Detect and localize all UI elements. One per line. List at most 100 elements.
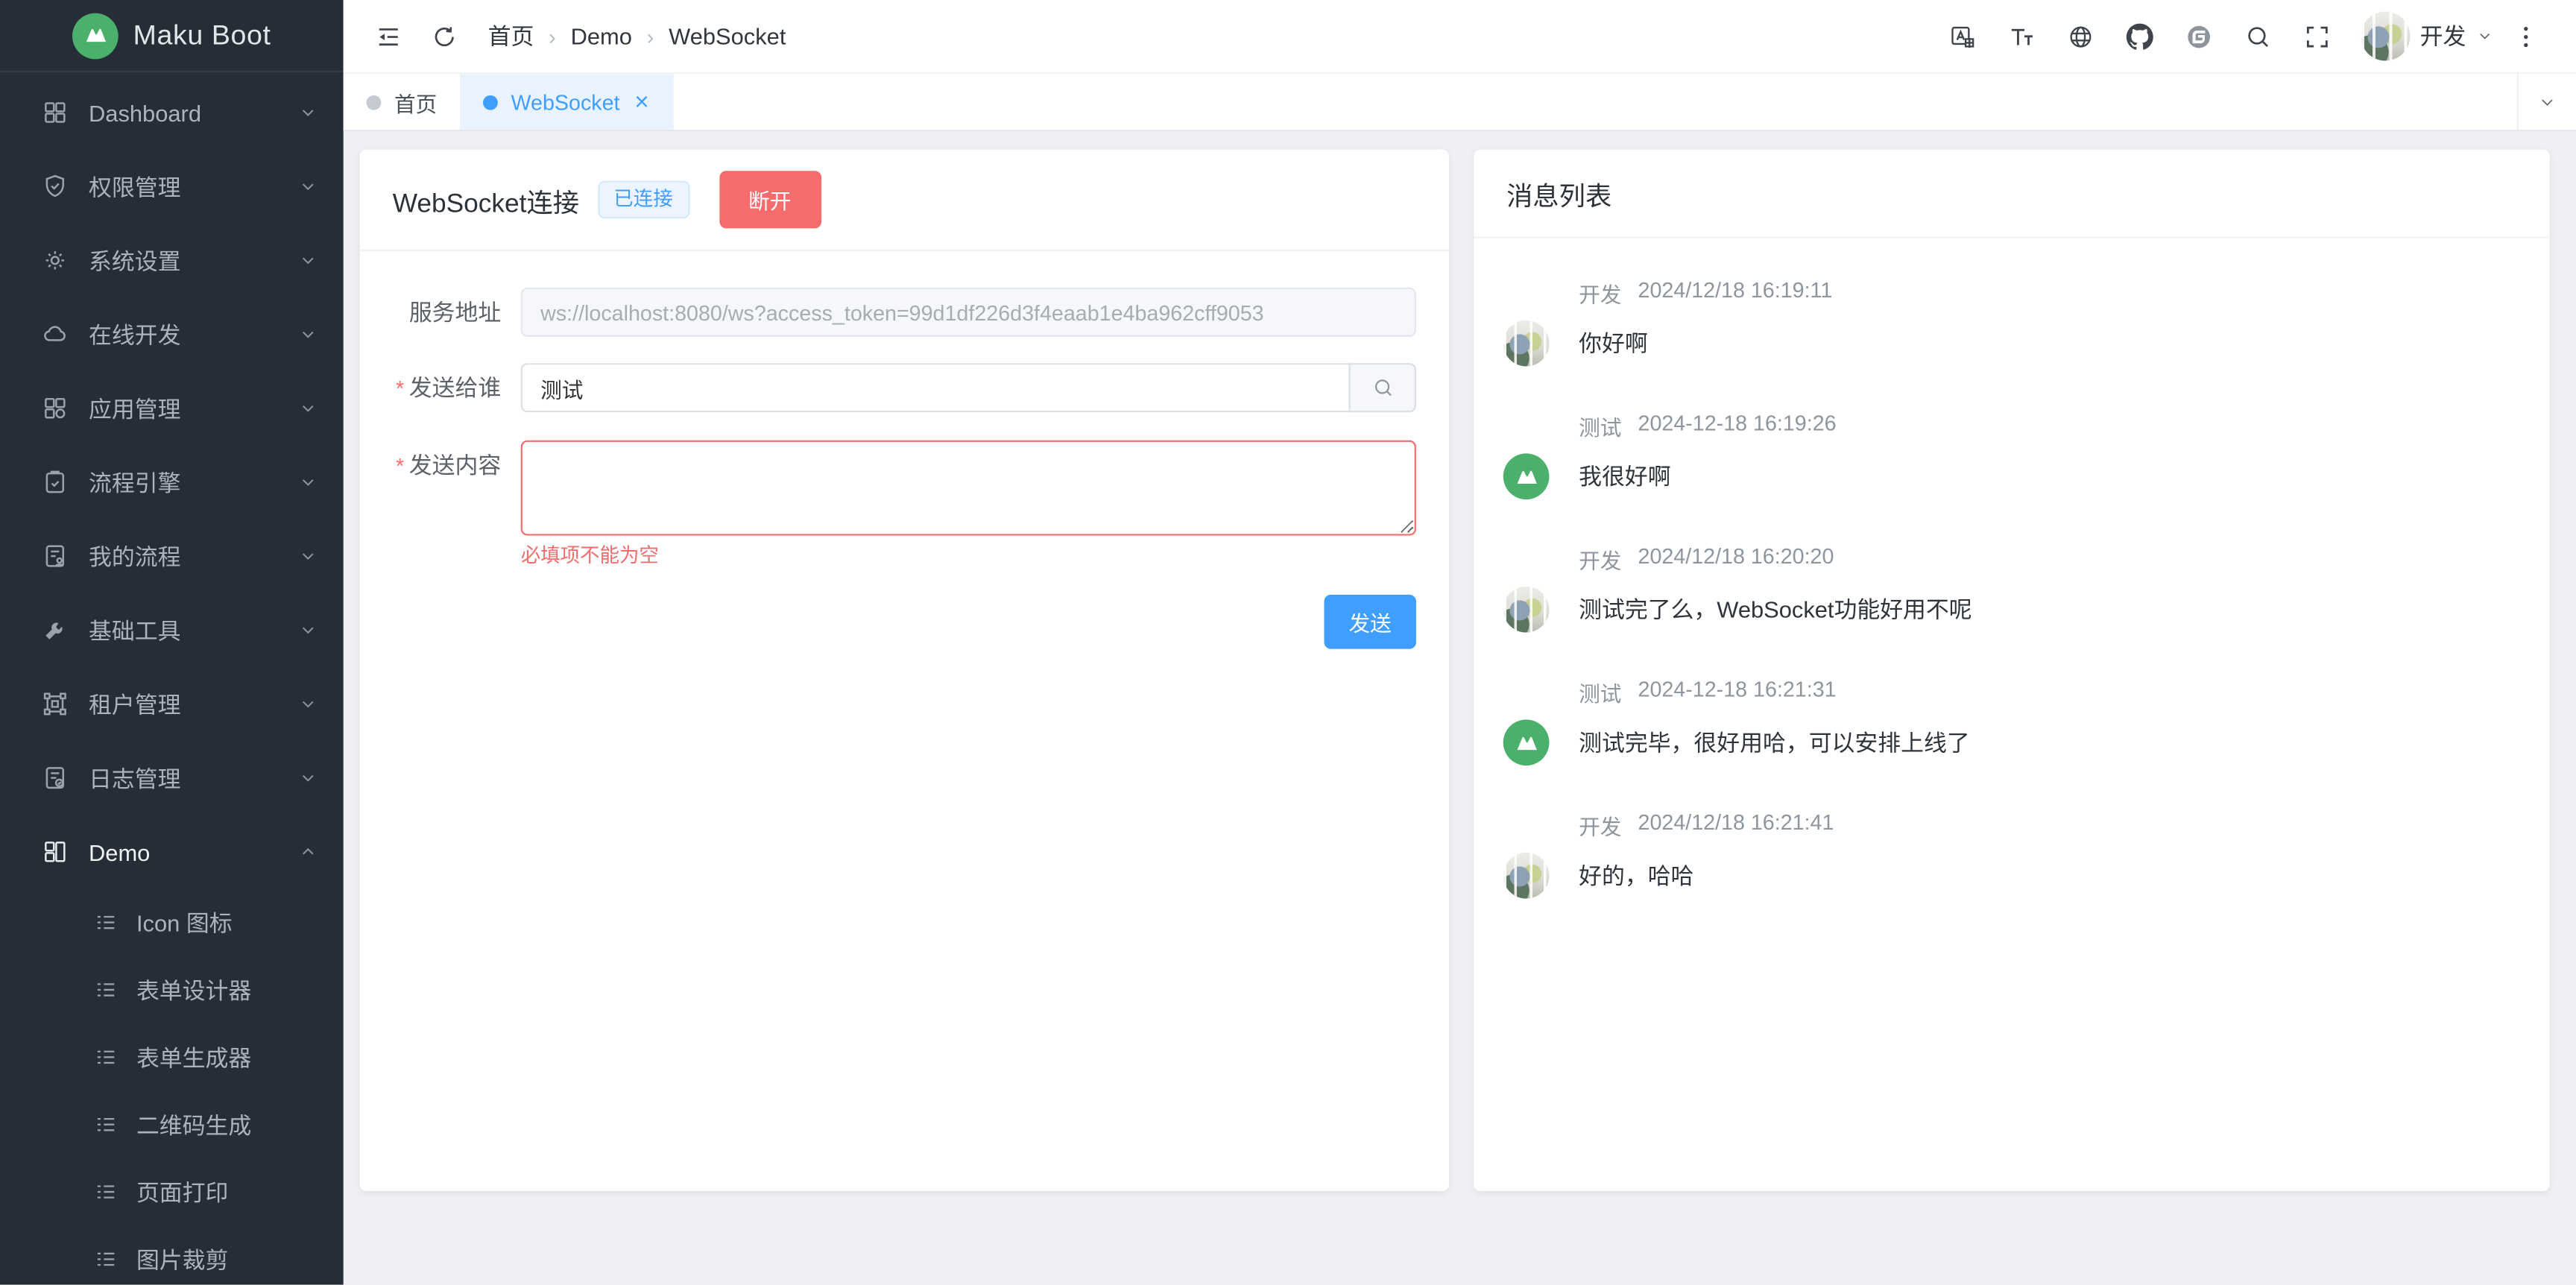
- form-actions: 发送: [393, 595, 1416, 649]
- sidebar-item-demo[interactable]: Demo: [0, 815, 344, 888]
- breadcrumb-item[interactable]: 首页: [488, 19, 534, 52]
- sidebar-subitem-页面打印[interactable]: 页面打印: [0, 1158, 344, 1225]
- chevron-down-icon: [299, 547, 317, 565]
- page-content: WebSocket连接 已连接 断开 服务地址 发送给谁: [344, 131, 2576, 1284]
- sidebar-item-基础工具[interactable]: 基础工具: [0, 593, 344, 667]
- chevron-down-icon: [299, 473, 317, 491]
- breadcrumb-item[interactable]: WebSocket: [669, 23, 786, 49]
- user-name: 开发: [2420, 19, 2466, 52]
- app-title: Maku Boot: [133, 19, 271, 51]
- message-text: 我很好啊: [1579, 460, 1670, 493]
- sidebar-fold-icon[interactable]: [360, 8, 416, 64]
- send-content-row: 发送内容 必填项不能为空: [393, 441, 1416, 569]
- tab-首页[interactable]: 首页: [344, 74, 461, 130]
- sidebar-subitem-图片裁剪[interactable]: 图片裁剪: [0, 1225, 344, 1284]
- cloud-icon: [41, 321, 69, 348]
- server-address-label: 服务地址: [393, 288, 521, 337]
- sidebar-subitem-表单设计器[interactable]: 表单设计器: [0, 956, 344, 1023]
- sidebar-item-在线开发[interactable]: 在线开发: [0, 297, 344, 371]
- websocket-connection-card: WebSocket连接 已连接 断开 服务地址 发送给谁: [360, 150, 1449, 1191]
- send-button[interactable]: 发送: [1324, 595, 1415, 649]
- message-time: 2024-12-18 16:19:26: [1638, 411, 1837, 442]
- user-avatar: [2361, 11, 2410, 60]
- doc-user-icon: [41, 542, 69, 569]
- sidebar-subitem-二维码生成[interactable]: 二维码生成: [0, 1091, 344, 1158]
- translate-icon[interactable]: [1933, 8, 1989, 64]
- fullscreen-icon[interactable]: [2288, 8, 2344, 64]
- send-content-textarea[interactable]: [521, 441, 1416, 536]
- main-column: 首页›Demo›WebSocket 开发 首页 W: [344, 0, 2576, 1285]
- shield-icon: [41, 172, 69, 200]
- chevron-down-icon: [299, 621, 317, 639]
- sidebar-subitem-表单生成器[interactable]: 表单生成器: [0, 1023, 344, 1090]
- list-icon: [94, 1247, 119, 1272]
- send-message-form: 服务地址 发送给谁: [360, 251, 1449, 648]
- globe-icon[interactable]: [2052, 8, 2108, 64]
- sidebar-item-我的流程[interactable]: 我的流程: [0, 519, 344, 593]
- tabbar: 首页 WebSocket ×: [344, 72, 2576, 131]
- user-menu[interactable]: 开发: [2361, 11, 2494, 60]
- more-options-icon[interactable]: [2497, 8, 2553, 64]
- breadcrumb: 首页›Demo›WebSocket: [488, 19, 1934, 52]
- message-item: 测试 2024-12-18 16:19:26 我很好啊: [1503, 411, 2517, 499]
- search-icon: [1371, 376, 1394, 400]
- app-logo[interactable]: Maku Boot: [0, 0, 344, 72]
- list-icon: [94, 1045, 119, 1070]
- app-root: Maku Boot Dashboard 权限管理 系统设置 在线开发 应用管理 …: [0, 0, 2576, 1285]
- sidebar-item-流程引擎[interactable]: 流程引擎: [0, 445, 344, 519]
- breadcrumb-item[interactable]: Demo: [571, 23, 632, 49]
- sidebar-item-租户管理[interactable]: 租户管理: [0, 667, 344, 741]
- tab-websocket[interactable]: WebSocket ×: [460, 74, 674, 130]
- maku-logo-icon: [72, 13, 119, 59]
- chevron-down-icon: [299, 769, 317, 787]
- message-time: 2024/12/18 16:20:20: [1638, 544, 1834, 575]
- topbar: 首页›Demo›WebSocket 开发: [344, 0, 2576, 72]
- sidebar-item-应用管理[interactable]: 应用管理: [0, 371, 344, 445]
- sidebar-item-权限管理[interactable]: 权限管理: [0, 150, 344, 224]
- sidebar-item-日志管理[interactable]: 日志管理: [0, 741, 344, 815]
- send-content-label: 发送内容: [393, 441, 521, 491]
- message-card-header: 消息列表: [1474, 150, 2550, 239]
- gear-icon: [41, 247, 69, 274]
- refresh-icon[interactable]: [416, 8, 472, 64]
- select-user-button[interactable]: [1349, 363, 1416, 412]
- demo-icon: [41, 838, 69, 865]
- tab-close-icon[interactable]: ×: [633, 89, 651, 114]
- list-icon: [94, 1180, 119, 1205]
- tab-list: 首页 WebSocket ×: [344, 74, 2517, 130]
- apps-icon: [41, 394, 69, 422]
- sidebar-item-系统设置[interactable]: 系统设置: [0, 224, 344, 297]
- send-to-input[interactable]: [521, 363, 1349, 412]
- app-window: Maku Boot Dashboard 权限管理 系统设置 在线开发 应用管理 …: [0, 0, 2576, 1285]
- message-sender: 测试: [1579, 411, 1621, 442]
- tab-dot-icon: [367, 95, 382, 110]
- tabs-dropdown-icon[interactable]: [2517, 74, 2576, 130]
- message-list-title: 消息列表: [1506, 174, 1611, 213]
- message-time: 2024/12/18 16:21:41: [1638, 810, 1834, 842]
- chevron-down-icon: [2476, 30, 2494, 43]
- chevron-down-icon: [299, 695, 317, 713]
- breadcrumb-separator: ›: [549, 24, 556, 48]
- message-text: 你好啊: [1579, 327, 1648, 360]
- user-photo-avatar: [1503, 853, 1550, 899]
- sidebar: Maku Boot Dashboard 权限管理 系统设置 在线开发 应用管理 …: [0, 0, 344, 1285]
- chevron-down-icon: [299, 104, 317, 121]
- message-sender: 开发: [1579, 277, 1621, 309]
- message-item: 开发 2024/12/18 16:20:20 测试完了么，WebSocket功能…: [1503, 544, 2517, 633]
- github-icon[interactable]: [2111, 8, 2167, 64]
- sidebar-item-dashboard[interactable]: Dashboard: [0, 75, 344, 149]
- log-icon: [41, 764, 69, 792]
- connection-card-header: WebSocket连接 已连接 断开: [360, 150, 1449, 252]
- chevron-down-icon: [299, 843, 317, 861]
- maku-logo-avatar: [1503, 453, 1550, 499]
- sidebar-menu: Dashboard 权限管理 系统设置 在线开发 应用管理 流程引擎 我的流程 …: [0, 72, 344, 1285]
- gitee-icon[interactable]: [2171, 8, 2226, 64]
- connection-title: WebSocket连接: [393, 180, 579, 219]
- search-icon[interactable]: [2229, 8, 2285, 64]
- flow-icon: [41, 468, 69, 496]
- disconnect-button[interactable]: 断开: [719, 171, 821, 228]
- message-list-card: 消息列表 开发 2024/12/18 16:19:11 你好啊 测试 2024-…: [1474, 150, 2550, 1191]
- server-address-input: [521, 288, 1416, 337]
- sidebar-subitem-icon-图标[interactable]: Icon 图标: [0, 888, 344, 956]
- font-size-icon[interactable]: [1993, 8, 2049, 64]
